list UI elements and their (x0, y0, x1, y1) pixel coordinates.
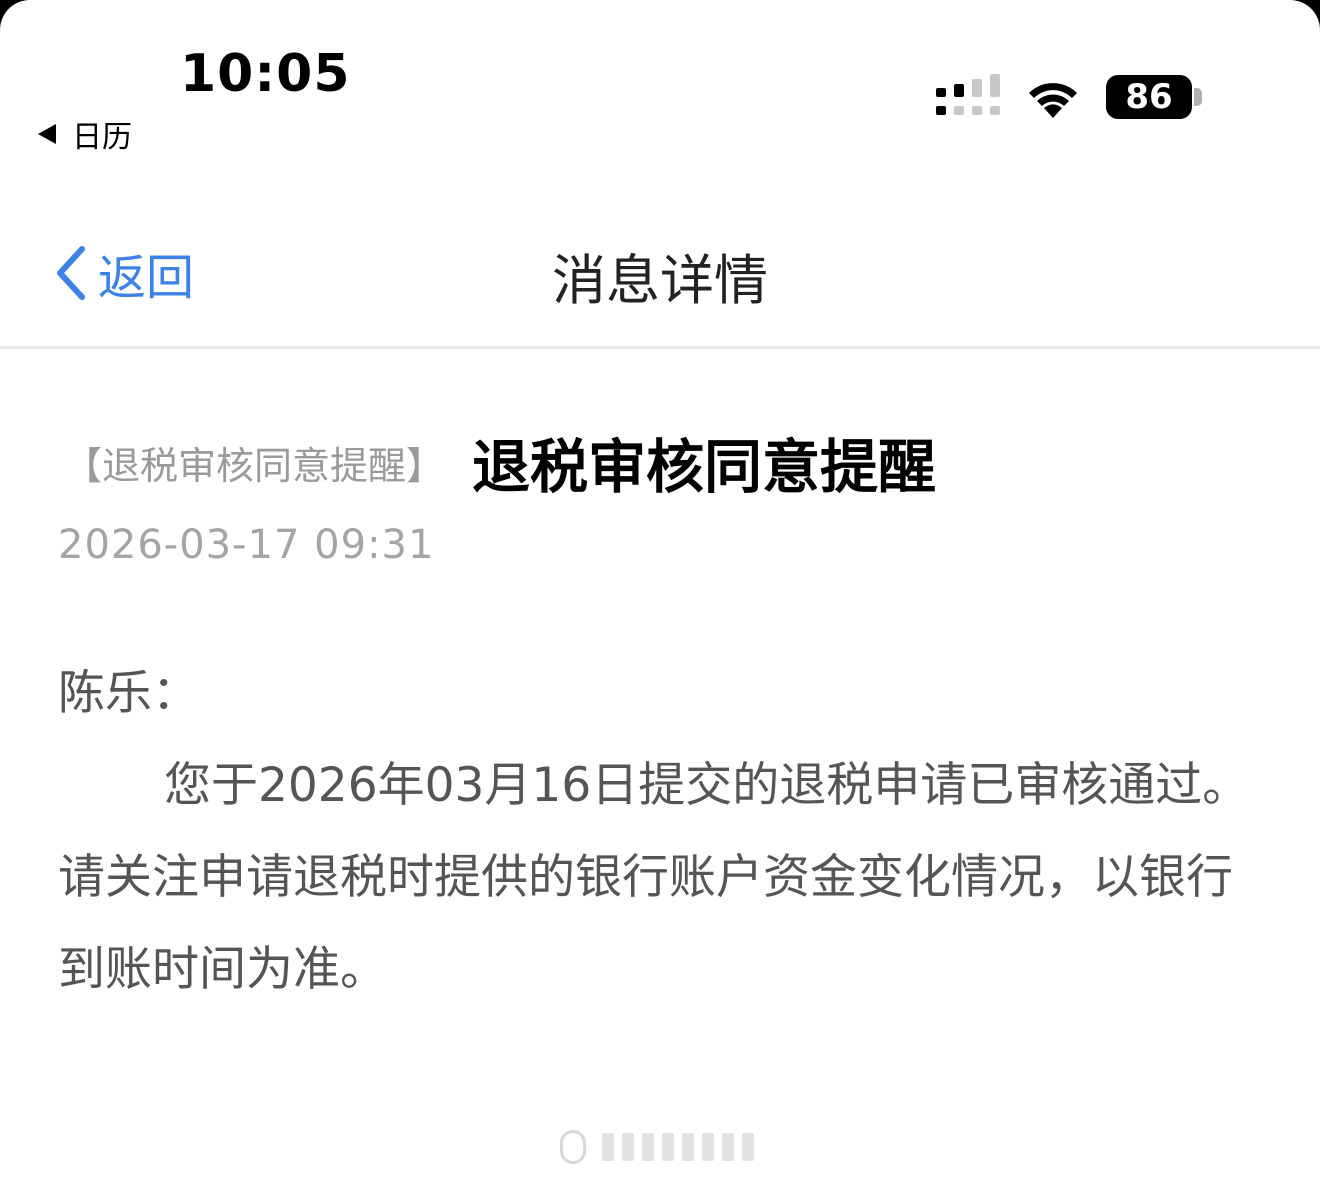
phone-screen: 10:05 日历 86 返回 消息详情 【退税审核同意提醒】 退税审核同意提醒 … (0, 0, 1320, 1178)
status-indicators: 86 (936, 72, 1202, 122)
battery-cap (1194, 88, 1202, 106)
back-app-label: 日历 (72, 120, 132, 155)
watermark (560, 1128, 760, 1166)
watermark-logo-icon (560, 1130, 586, 1164)
battery-level: 86 (1125, 77, 1173, 117)
page-title: 消息详情 (552, 249, 768, 312)
back-to-app-link[interactable]: 日历 (38, 112, 132, 156)
signal-icon (936, 74, 1000, 115)
back-triangle-icon (38, 124, 56, 144)
message-content: 您于2026年03月16日提交的退税申请已审核通过。请关注申请退税时提供的银行账… (58, 758, 1250, 997)
message-title: 退税审核同意提醒 (472, 433, 937, 501)
nav-bar: 返回 消息详情 (0, 200, 1320, 349)
message-header: 【退税审核同意提醒】 退税审核同意提醒 (64, 420, 936, 504)
status-time: 10:05 (180, 44, 351, 104)
message-date: 2026-03-17 09:31 (58, 522, 435, 568)
message-greeting: 陈乐： (58, 666, 199, 721)
battery-icon: 86 (1106, 75, 1192, 119)
watermark-text-blur (602, 1133, 754, 1161)
wifi-icon (1029, 83, 1077, 118)
message-tag: 【退税审核同意提醒】 (64, 443, 445, 488)
message-body: 陈乐： 您于2026年03月16日提交的退税申请已审核通过。请关注申请退税时提供… (58, 648, 1278, 1016)
